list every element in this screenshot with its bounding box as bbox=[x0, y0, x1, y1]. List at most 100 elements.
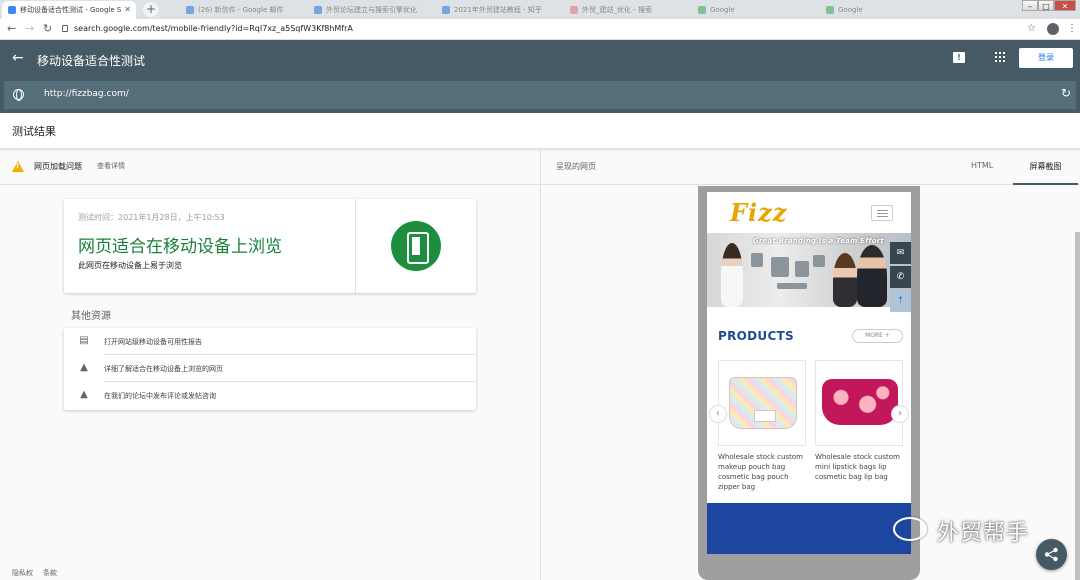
app-header: ← 移动设备适合性测试 ! 登录 http://fizzbag.com/ ↻ bbox=[0, 40, 1080, 113]
watermark-text: 外贸帮手 bbox=[937, 521, 1030, 546]
feedback-icon[interactable]: ! bbox=[953, 52, 965, 63]
tab-title: 外贸论坛建立与搜索引擎优化 bbox=[326, 6, 417, 14]
issue-label: 网页加载问题 bbox=[34, 162, 82, 171]
banner-person bbox=[833, 253, 857, 307]
tab-html[interactable]: HTML bbox=[971, 161, 993, 170]
school-icon: ▲ bbox=[80, 362, 88, 373]
resource-label[interactable]: 详细了解适合在移动设备上浏览的网页 bbox=[104, 364, 223, 374]
result-subline: 此网页在移动设备上易于浏览 bbox=[78, 261, 182, 270]
more-button: MORE + bbox=[852, 329, 903, 343]
resource-label[interactable]: 在我们的论坛中发布评论或发帖咨询 bbox=[104, 391, 216, 401]
floating-contact-buttons: ✉ ✆ ⇡ bbox=[890, 242, 911, 312]
forward-arrow-icon[interactable]: → bbox=[25, 22, 34, 36]
results-panel: 网页加载问题 查看详情 测试时间：2021年1月28日，上午10:53 网页适合… bbox=[0, 150, 541, 580]
product-caption: Wholesale stock custom makeup pouch bag … bbox=[718, 453, 803, 491]
resources-card: ▤ 打开网站级移动设备可用性报告 ▲ 详细了解适合在移动设备上浏览的网页 ▲ 在… bbox=[64, 328, 476, 410]
tab-title: 外贸_建站_优化 - 搜索 bbox=[582, 6, 652, 14]
login-button[interactable]: 登录 bbox=[1019, 48, 1073, 68]
tab-background-1[interactable]: (26) 新信件 - Google 邮件 bbox=[180, 1, 300, 19]
banner-gadget bbox=[813, 255, 825, 267]
tested-url-field[interactable]: http://fizzbag.com/ ↻ bbox=[4, 81, 1076, 109]
product-card bbox=[815, 360, 903, 446]
tab-favicon-icon bbox=[570, 6, 578, 14]
banner-person bbox=[721, 243, 743, 307]
new-tab-button[interactable]: + bbox=[143, 2, 159, 17]
tab-favicon-icon bbox=[314, 6, 322, 14]
tab-title: (26) 新信件 - Google 邮件 bbox=[198, 6, 284, 14]
apps-grid-icon[interactable] bbox=[995, 52, 1005, 62]
carousel-next-icon: › bbox=[891, 405, 909, 423]
other-resources-title: 其他资源 bbox=[71, 311, 111, 322]
window-close-icon[interactable]: ✕ bbox=[1054, 0, 1076, 11]
result-headline: 网页适合在移动设备上浏览 bbox=[78, 237, 282, 257]
rendered-screenshot: Fizz Great Branding Is a Team Effort ✉ ✆… bbox=[707, 192, 911, 554]
minimize-icon[interactable]: – bbox=[1022, 0, 1038, 11]
tab-background-2[interactable]: 外贸论坛建立与搜索引擎优化 bbox=[308, 1, 428, 19]
back-arrow-icon[interactable]: ← bbox=[12, 50, 24, 66]
wechat-icon bbox=[893, 517, 927, 541]
banner-person bbox=[857, 245, 887, 307]
address-url: search.google.com/test/mobile-friendly?i… bbox=[74, 24, 353, 33]
product-card bbox=[718, 360, 806, 446]
resource-item[interactable]: ▲ 在我们的论坛中发布评论或发帖咨询 bbox=[64, 382, 476, 409]
address-bar[interactable]: search.google.com/test/mobile-friendly?i… bbox=[62, 21, 1022, 37]
mobile-phone-icon bbox=[391, 221, 441, 271]
lock-icon bbox=[62, 25, 68, 32]
resource-item[interactable]: ▤ 打开网站级移动设备可用性报告 bbox=[64, 328, 476, 355]
banner-gadget bbox=[777, 283, 807, 289]
product-caption: Wholesale stock custom mini lipstick bag… bbox=[815, 453, 900, 481]
star-icon[interactable]: ☆ bbox=[1027, 22, 1036, 36]
tab-background-6[interactable]: Google bbox=[820, 1, 940, 19]
footer-links: 隐私权 条款 bbox=[12, 568, 67, 578]
share-button[interactable] bbox=[1036, 539, 1067, 570]
back-to-top-icon: ⇡ bbox=[890, 290, 911, 312]
tab-title: 2021年外贸建站教程 - 知乎 bbox=[454, 6, 542, 14]
lipstick-bag-image bbox=[822, 379, 898, 425]
page-loading-issues: 网页加载问题 查看详情 bbox=[0, 150, 541, 185]
retest-icon[interactable]: ↻ bbox=[1061, 86, 1071, 100]
tab-screenshot[interactable]: 屏幕截图 bbox=[1013, 150, 1078, 185]
menu-dots-icon[interactable]: ⋮ bbox=[1067, 22, 1077, 36]
banner-gadget bbox=[795, 261, 809, 277]
resource-item[interactable]: ▲ 详细了解适合在移动设备上浏览的网页 bbox=[64, 355, 476, 382]
scrollbar[interactable] bbox=[1075, 232, 1080, 580]
tab-favicon-icon bbox=[698, 6, 706, 14]
tab-active[interactable]: 移动设备适合性测试 - Google S ✕ bbox=[2, 1, 136, 19]
view-details-link[interactable]: 查看详情 bbox=[97, 161, 125, 171]
carousel-prev-icon: ‹ bbox=[709, 405, 727, 423]
school-icon: ▲ bbox=[80, 389, 88, 400]
tab-title: Google bbox=[710, 6, 735, 14]
email-icon: ✉ bbox=[890, 242, 911, 264]
close-tab-icon[interactable]: ✕ bbox=[124, 1, 131, 19]
products-title: PRODUCTS bbox=[718, 329, 794, 343]
profile-avatar-icon[interactable] bbox=[1047, 23, 1059, 35]
share-icon bbox=[1044, 547, 1058, 562]
browser-toolbar: ← → ↻ search.google.com/test/mobile-frie… bbox=[0, 19, 1080, 40]
warning-icon bbox=[12, 161, 24, 172]
banner-gadget bbox=[751, 253, 763, 267]
rendered-page-label: 呈现的网页 bbox=[556, 162, 596, 171]
tab-background-4[interactable]: 外贸_建站_优化 - 搜索 bbox=[564, 1, 684, 19]
tab-background-3[interactable]: 2021年外贸建站教程 - 知乎 bbox=[436, 1, 556, 19]
makeup-pouch-image bbox=[729, 377, 797, 429]
resource-label[interactable]: 打开网站级移动设备可用性报告 bbox=[104, 337, 202, 347]
phone-preview-frame: Fizz Great Branding Is a Team Effort ✉ ✆… bbox=[698, 186, 920, 580]
privacy-link[interactable]: 隐私权 bbox=[12, 569, 33, 577]
tested-url[interactable]: http://fizzbag.com/ bbox=[44, 89, 129, 99]
banner-gadget bbox=[771, 257, 789, 277]
report-icon: ▤ bbox=[79, 335, 89, 346]
tab-favicon-icon bbox=[826, 6, 834, 14]
phone-icon: ✆ bbox=[890, 266, 911, 288]
site-banner: Great Branding Is a Team Effort bbox=[707, 233, 911, 307]
card-divider bbox=[355, 199, 356, 293]
tab-background-5[interactable]: Google bbox=[692, 1, 812, 19]
globe-icon bbox=[13, 89, 24, 101]
test-time: 测试时间：2021年1月28日，上午10:53 bbox=[78, 213, 225, 222]
back-arrow-icon[interactable]: ← bbox=[7, 22, 16, 36]
maximize-icon[interactable]: □ bbox=[1038, 0, 1054, 11]
tab-title: 移动设备适合性测试 - Google S bbox=[20, 6, 122, 14]
hamburger-menu-icon bbox=[871, 205, 893, 221]
reload-icon[interactable]: ↻ bbox=[43, 22, 52, 36]
terms-link[interactable]: 条款 bbox=[43, 569, 57, 577]
window-controls: – □ ✕ bbox=[1022, 0, 1076, 12]
